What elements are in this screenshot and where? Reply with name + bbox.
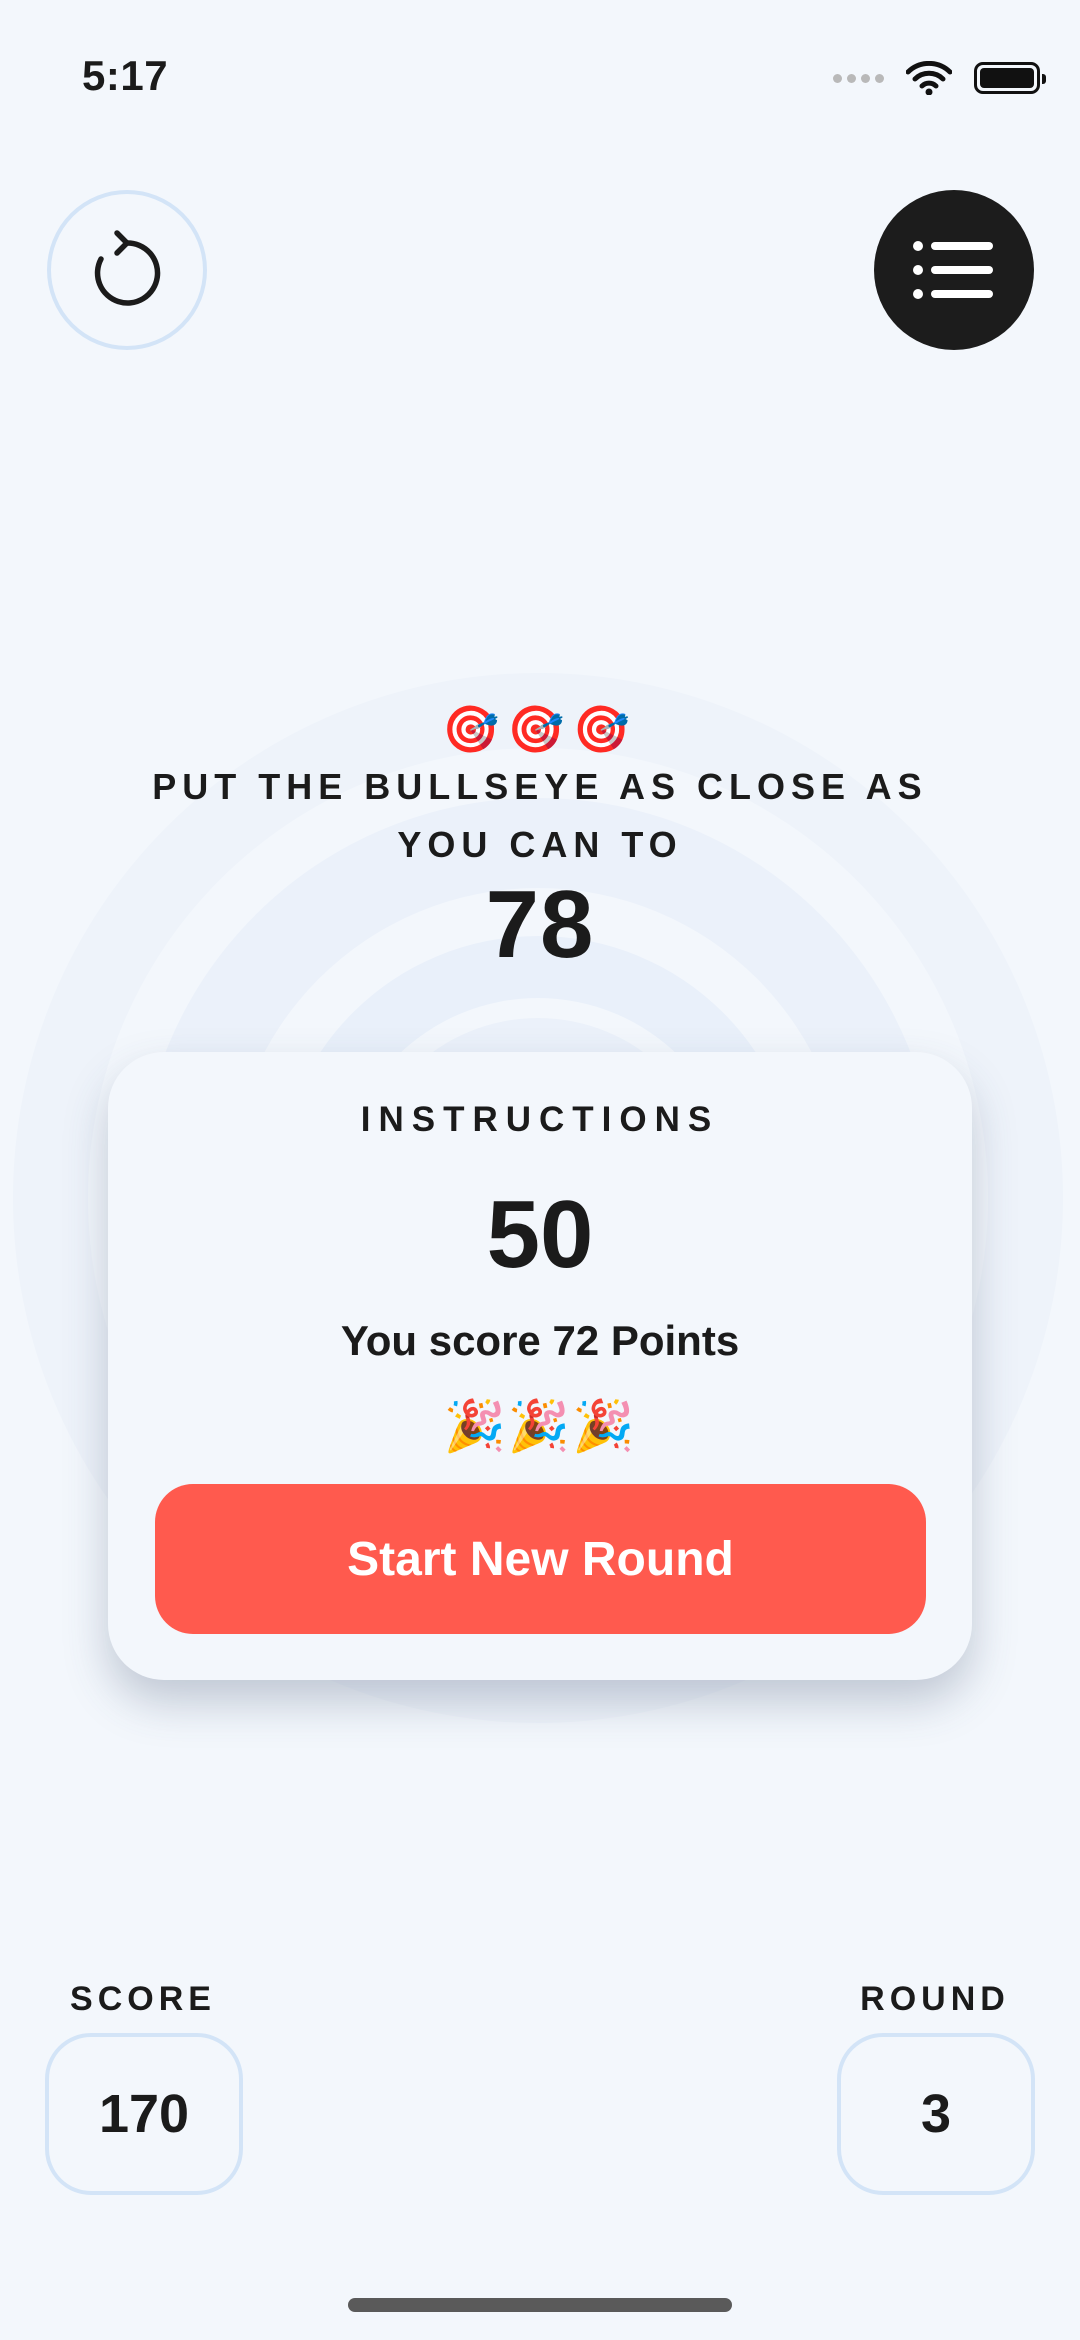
status-time: 5:17 (82, 52, 169, 99)
restart-icon (94, 230, 161, 306)
home-indicator[interactable] (348, 2298, 732, 2312)
round-label: ROUND (860, 1980, 1010, 2018)
list-icon (913, 241, 993, 299)
score-label: SCORE (70, 1980, 216, 2018)
bullseye-game-screen: 5:17 🎯🎯🎯 PUT THE BULLSEYE AS CLOSE AS YO… (0, 0, 1080, 2340)
start-new-round-button[interactable]: Start New Round (155, 1484, 926, 1634)
cellular-signal-icon (833, 73, 884, 83)
score-message: You score 72 Points (340, 1317, 740, 1364)
restart-button[interactable] (47, 190, 207, 350)
score-value: 170 (98, 2084, 190, 2144)
party-emojis: 🎉🎉🎉 (443, 1398, 637, 1454)
popup-title: INSTRUCTIONS (360, 1100, 720, 1139)
round-value: 3 (920, 2084, 952, 2144)
leaderboard-button[interactable] (874, 190, 1034, 350)
wifi-icon (906, 61, 952, 95)
result-popup: INSTRUCTIONS 50 You score 72 Points 🎉🎉🎉 … (108, 1052, 972, 1680)
score-box: 170 (45, 2033, 243, 2195)
round-box: 3 (837, 2033, 1035, 2195)
slider-value: 50 (486, 1181, 594, 1288)
target-value: 78 (485, 871, 595, 978)
battery-icon (974, 62, 1046, 94)
target-emojis: 🎯🎯🎯 (442, 703, 638, 755)
instruction-text: PUT THE BULLSEYE AS CLOSE AS YOU CAN TO (152, 766, 928, 865)
status-icons (833, 58, 1046, 98)
